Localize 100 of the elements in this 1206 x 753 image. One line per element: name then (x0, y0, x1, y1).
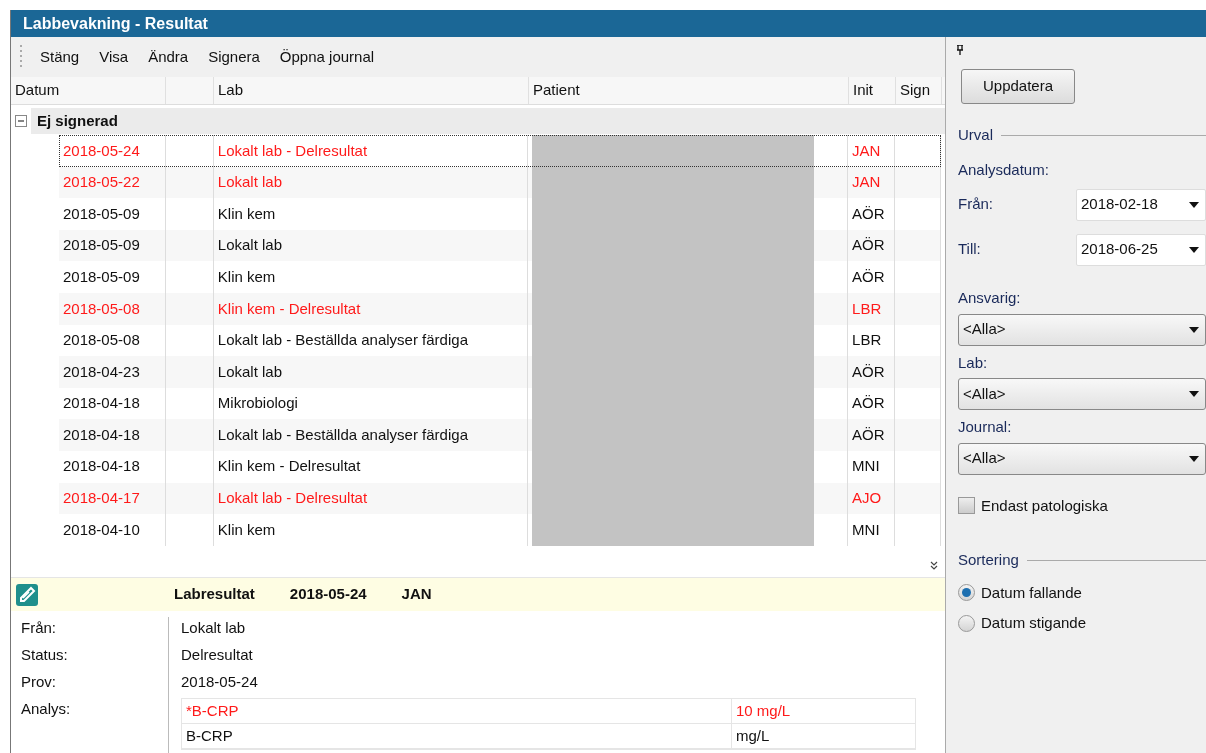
table-row[interactable]: 2018-05-22 Lokalt lab JAN (59, 166, 941, 199)
table-row[interactable]: 2018-05-09 Lokalt lab AÖR (59, 229, 941, 262)
column-header[interactable]: Lab (214, 77, 529, 104)
grip-icon (19, 44, 23, 70)
dropdown-arrow-icon (1189, 455, 1199, 462)
section-label: Urval (958, 125, 993, 145)
date-picker[interactable]: 2018-06-25 (1076, 233, 1206, 266)
column-header[interactable]: Patient (529, 77, 849, 104)
date-text: 2018-05-09 (63, 266, 140, 287)
radio-label: Datum stigande (981, 613, 1087, 633)
initials-text: AJO (852, 488, 882, 509)
date-text: 2018-04-18 (63, 393, 140, 414)
section-label: Sortering (958, 550, 1019, 570)
header-text: 2018-05-24 (289, 584, 367, 605)
date-text: 2018-04-17 (63, 488, 140, 509)
lab-text: Mikrobiologi (217, 393, 298, 414)
date-text: 2018-05-09 (63, 203, 140, 224)
analysis-result: 10 mg/L (736, 700, 791, 721)
menu-item[interactable]: Öppna journal (272, 43, 382, 71)
checkbox-label: Endast patologiska (981, 495, 1108, 516)
field-label: Från: (21, 618, 57, 638)
lab-text: Lokalt lab - Delresultat (217, 140, 368, 161)
pin-icon[interactable] (956, 45, 964, 55)
collapse-icon[interactable] (15, 115, 27, 127)
field-label: Analysdatum: (958, 159, 1050, 180)
lab-text: Lokalt lab (217, 172, 283, 193)
column-header[interactable]: Datum (11, 77, 166, 104)
dropdown[interactable]: <Alla> (958, 378, 1206, 410)
field-label: Från: (958, 194, 993, 215)
field-label: Status: (21, 645, 69, 665)
lab-text: Klin kem (217, 203, 276, 224)
initials-text: JAN (852, 172, 881, 193)
date-value: 2018-02-18 (1081, 194, 1158, 215)
header-text: JAN (401, 584, 432, 605)
table-row[interactable]: 2018-04-18 Lokalt lab - Beställda analyser färdiga AÖR (59, 419, 941, 451)
initials-text: AÖR (852, 235, 885, 256)
lab-text: Klin kem - Delresultat (217, 456, 361, 477)
field-label: Analys: (21, 699, 72, 719)
lab-text: Klin kem (217, 519, 276, 540)
menu-item[interactable]: Stäng (33, 43, 87, 71)
date-text: 2018-05-24 (63, 140, 140, 161)
initials-text: AÖR (852, 393, 885, 414)
table-row[interactable]: 2018-05-08 Klin kem - Delresultat LBR (59, 292, 941, 325)
table-row[interactable]: 2018-04-23 Lokalt lab AÖR (59, 356, 941, 388)
analysis-name: B-CRP (186, 725, 233, 746)
field-value: Delresultat (181, 645, 254, 665)
column-header[interactable]: Init (849, 77, 896, 104)
table-row[interactable]: 2018-04-17 Lokalt lab - Delresultat AJO (59, 482, 941, 515)
expand-icon[interactable] (929, 561, 939, 571)
menu-item[interactable]: Ändra (141, 43, 196, 71)
menu-item[interactable]: Visa (92, 43, 136, 71)
field-value: 2018-05-24 (181, 672, 259, 692)
field-label: Lab: (958, 352, 989, 373)
date-text: 2018-04-18 (63, 424, 140, 445)
table-row[interactable]: 2018-05-24 Lokalt lab - Delresultat JAN (59, 135, 941, 167)
radio-button[interactable] (958, 584, 975, 602)
analysis-result: mg/L (736, 725, 770, 746)
date-text: 2018-04-23 (63, 361, 140, 382)
dropdown-arrow-icon (1189, 391, 1199, 397)
initials-text: AÖR (852, 203, 885, 224)
initials-text: AÖR (852, 361, 885, 382)
date-value: 2018-06-25 (1081, 239, 1158, 260)
date-picker[interactable]: 2018-02-18 (1076, 188, 1206, 221)
dropdown[interactable]: <Alla> (958, 313, 1206, 346)
date-text: 2018-04-18 (63, 456, 140, 477)
column-header[interactable]: Sign (896, 77, 942, 104)
dropdown-value: <Alla> (963, 383, 1006, 404)
lab-text: Lokalt lab - Beställda analyser färdiga (217, 424, 468, 445)
initials-text: LBR (852, 330, 882, 351)
date-text: 2018-04-10 (63, 519, 140, 540)
initials-text: MNI (852, 456, 880, 477)
lab-text: Lokalt lab (217, 235, 283, 256)
date-text: 2018-05-08 (63, 298, 140, 319)
dropdown[interactable]: <Alla> (958, 442, 1206, 475)
initials-text: MNI (852, 519, 880, 540)
initials-text: AÖR (852, 424, 885, 445)
field-value: Lokalt lab (181, 618, 247, 638)
initials-text: JAN (852, 140, 881, 161)
lab-text: Lokalt lab (217, 361, 283, 382)
date-text: 2018-05-08 (63, 330, 140, 351)
lab-text: Lokalt lab - Delresultat (217, 488, 368, 509)
field-label: Till: (958, 239, 981, 260)
window-title: Labbevakning - Resultat (11, 10, 1206, 37)
field-label: Journal: (958, 417, 1013, 437)
group-header: Ej signerad (31, 108, 945, 134)
checkbox[interactable] (958, 497, 975, 515)
menu-item[interactable]: Signera (201, 43, 267, 71)
initials-text: LBR (852, 298, 882, 319)
lab-text: Klin kem - Delresultat (217, 298, 361, 319)
field-label: Ansvarig: (958, 288, 1022, 308)
update-button[interactable]: Uppdatera (961, 69, 1075, 104)
date-text: 2018-05-09 (63, 235, 140, 256)
header-text: Labresultat (174, 584, 255, 605)
date-text: 2018-05-22 (63, 172, 140, 193)
radio-label: Datum fallande (981, 582, 1082, 603)
lab-text: Lokalt lab - Beställda analyser färdiga (217, 330, 468, 351)
analysis-name: *B-CRP (186, 700, 239, 721)
radio-button[interactable] (958, 614, 975, 632)
dropdown-arrow-icon (1189, 326, 1199, 333)
dropdown-value: <Alla> (963, 319, 1006, 340)
